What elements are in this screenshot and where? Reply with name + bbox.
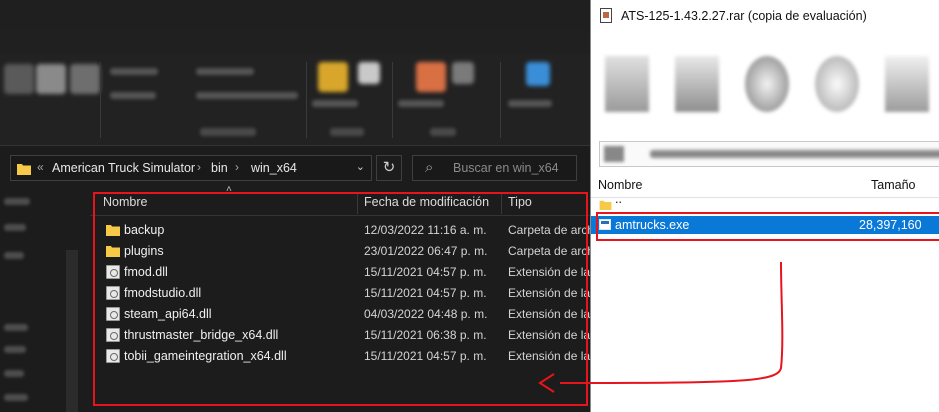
dll-file-icon [106, 328, 120, 342]
chevron-down-icon[interactable]: ⌄ [356, 160, 365, 173]
ribbon-copy-icon [36, 64, 66, 94]
ribbon-pin-icon [4, 64, 34, 94]
archive-file-size: 28,397,160 [859, 218, 922, 232]
test-icon [745, 56, 789, 112]
refresh-button[interactable]: ↻ [376, 155, 402, 181]
file-date: 23/01/2022 06:47 p. m. [364, 244, 488, 258]
file-row[interactable]: backup 12/03/2022 11:16 a. m. Carpeta de… [90, 220, 590, 241]
ribbon-properties-icon [416, 62, 446, 92]
address-bar[interactable]: « American Truck Simulator › bin › win_x… [10, 155, 372, 181]
dll-file-icon [106, 265, 120, 279]
toolbar-extract-button[interactable] [665, 56, 729, 136]
add-icon [605, 56, 649, 112]
file-date: 15/11/2021 06:38 p. m. [364, 328, 487, 342]
view-icon [815, 56, 859, 112]
file-type: Carpeta de arch [508, 223, 590, 237]
toolbar-delete-button[interactable] [875, 56, 939, 136]
file-type: Extensión de la [508, 265, 590, 279]
up-folder-icon[interactable] [604, 146, 624, 162]
file-date: 15/11/2021 04:57 p. m. [364, 286, 487, 300]
file-date: 04/03/2022 04:48 p. m. [364, 307, 488, 321]
winrar-app-icon [600, 8, 612, 23]
winrar-file-list: Nombre Tamaño .. amtrucks.exe 28,397,160 [591, 172, 939, 412]
column-header-date[interactable]: Fecha de modificación [364, 195, 489, 209]
file-row[interactable]: steam_api64.dll 04/03/2022 04:48 p. m. E… [90, 304, 590, 325]
ribbon-new-item-icon [358, 62, 380, 84]
file-name: fmod.dll [124, 265, 168, 279]
search-box[interactable]: ⌕ Buscar en win_x64 [412, 155, 577, 181]
file-date: 15/11/2021 04:57 p. m. [364, 349, 487, 363]
folder-icon [106, 225, 120, 236]
file-explorer-window: « American Truck Simulator › bin › win_x… [0, 0, 590, 412]
breadcrumb-win-x64[interactable]: win_x64 [251, 161, 297, 175]
column-header-name[interactable]: Nombre [103, 195, 147, 209]
explorer-ribbon-tabs [0, 30, 590, 54]
breadcrumb-separator-icon: › [235, 160, 239, 174]
file-date: 15/11/2021 04:57 p. m. [364, 265, 487, 279]
ribbon-new-folder-icon [318, 62, 348, 92]
winrar-toolbar [591, 52, 939, 140]
archive-file-name: amtrucks.exe [615, 218, 690, 232]
winrar-window: ATS-125-1.43.2.27.rar (copia de evaluaci… [590, 0, 939, 412]
sort-caret-icon: ˄ [226, 184, 232, 195]
file-row[interactable]: thrustmaster_bridge_x64.dll 15/11/2021 0… [90, 325, 590, 346]
extract-icon [675, 56, 719, 112]
search-placeholder: Buscar en win_x64 [453, 161, 559, 175]
explorer-ribbon [0, 54, 590, 146]
file-list-header: ˄ Nombre Fecha de modificación Tipo [90, 184, 590, 216]
file-name: plugins [124, 244, 164, 258]
chevron-left-icon: « [37, 160, 44, 174]
parent-folder-row[interactable]: .. [591, 192, 939, 214]
parent-folder-label: .. [615, 192, 622, 206]
toolbar-view-button[interactable] [805, 56, 869, 136]
file-type: Extensión de la [508, 307, 590, 321]
ribbon-paste-icon [70, 64, 100, 94]
file-name: tobii_gameintegration_x64.dll [124, 349, 287, 363]
winrar-title-bar: ATS-125-1.43.2.27.rar (copia de evaluaci… [591, 0, 939, 30]
file-type: Extensión de la [508, 328, 590, 342]
dll-file-icon [106, 286, 120, 300]
search-icon: ⌕ [425, 159, 434, 176]
file-row[interactable]: fmod.dll 15/11/2021 04:57 p. m. Extensió… [90, 262, 590, 283]
breadcrumb-bin[interactable]: bin [211, 161, 228, 175]
file-date: 12/03/2022 11:16 a. m. [364, 223, 487, 237]
breadcrumb-separator-icon: › [197, 160, 201, 174]
column-header-name[interactable]: Nombre [598, 178, 642, 192]
navigation-scrollbar[interactable] [66, 250, 78, 412]
toolbar-test-button[interactable] [735, 56, 799, 136]
file-name: steam_api64.dll [124, 307, 212, 321]
file-row[interactable]: tobii_gameintegration_x64.dll 15/11/2021… [90, 346, 590, 367]
file-type: Extensión de la [508, 286, 590, 300]
file-list: ˄ Nombre Fecha de modificación Tipo back… [90, 184, 590, 412]
exe-file-icon [599, 219, 611, 230]
file-name: thrustmaster_bridge_x64.dll [124, 328, 279, 342]
file-row[interactable]: plugins 23/01/2022 06:47 p. m. Carpeta d… [90, 241, 590, 262]
winrar-title: ATS-125-1.43.2.27.rar (copia de evaluaci… [621, 9, 867, 23]
ribbon-open-icon [452, 62, 474, 84]
archive-file-row[interactable]: amtrucks.exe 28,397,160 [591, 216, 939, 234]
folder-icon [106, 246, 120, 257]
toolbar-add-button[interactable] [595, 56, 659, 136]
column-header-type[interactable]: Tipo [508, 195, 532, 209]
column-header-size[interactable]: Tamaño [871, 178, 915, 192]
folder-icon [17, 164, 31, 175]
breadcrumb-american-truck-simulator[interactable]: American Truck Simulator [52, 161, 195, 175]
winrar-list-header: Nombre Tamaño [591, 172, 939, 198]
explorer-address-row: « American Truck Simulator › bin › win_x… [0, 146, 590, 188]
ribbon-select-icon [526, 62, 550, 86]
file-row[interactable]: fmodstudio.dll 15/11/2021 04:57 p. m. Ex… [90, 283, 590, 304]
winrar-menu-bar [591, 30, 939, 52]
dll-file-icon [106, 307, 120, 321]
explorer-title-bar [0, 0, 590, 30]
file-type: Extensión de la [508, 349, 590, 363]
file-name: fmodstudio.dll [124, 286, 202, 300]
dll-file-icon [106, 349, 120, 363]
delete-icon [885, 56, 929, 112]
winrar-path-bar[interactable] [599, 141, 939, 167]
folder-icon [599, 200, 612, 210]
file-type: Carpeta de arch [508, 244, 590, 258]
file-name: backup [124, 223, 165, 237]
